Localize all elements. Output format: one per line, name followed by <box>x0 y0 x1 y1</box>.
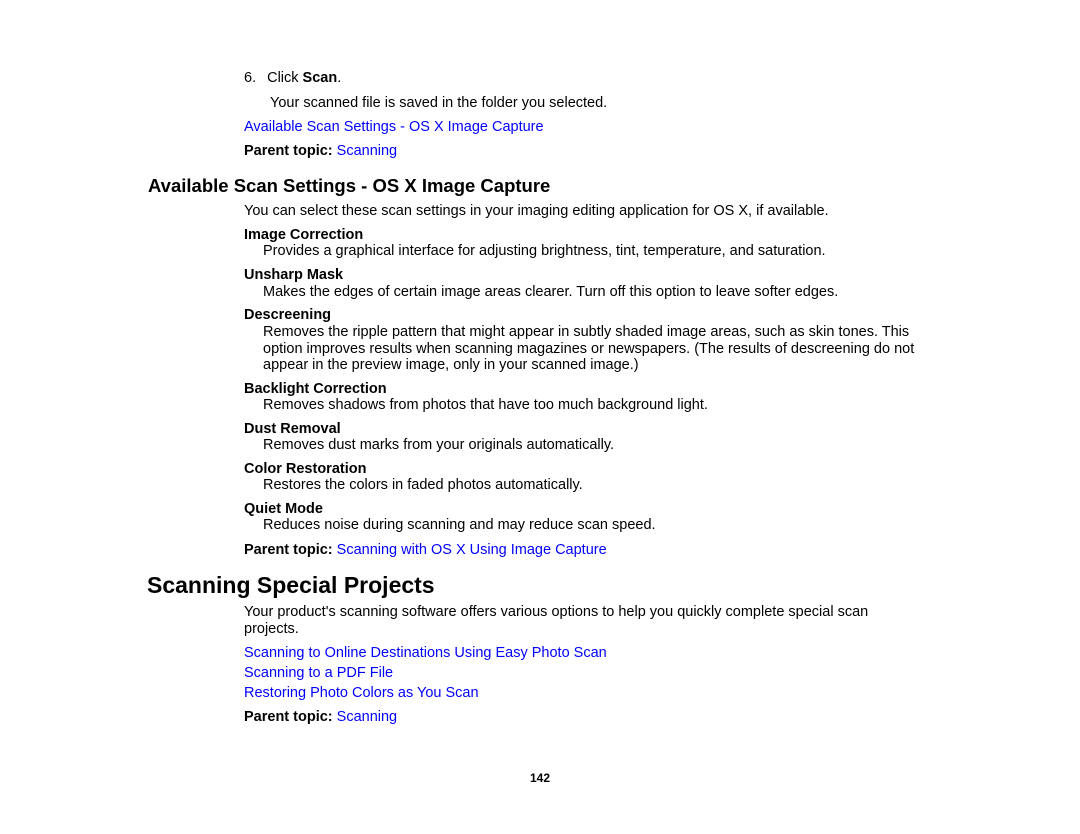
setting-desc: Reduces noise during scanning and may re… <box>263 517 656 533</box>
parent-topic-label: Parent topic: <box>244 542 333 558</box>
related-link-available-scan-settings[interactable]: Available Scan Settings - OS X Image Cap… <box>244 119 544 135</box>
setting-desc: Removes dust marks from your originals a… <box>263 437 615 453</box>
parent-topic-link-image-capture[interactable]: Scanning with OS X Using Image Capture <box>337 542 607 558</box>
parent-topic-top: Parent topic: Scanning <box>244 143 397 159</box>
setting-term: Image Correction <box>244 227 364 243</box>
link-restoring-photo-colors[interactable]: Restoring Photo Colors as You Scan <box>244 685 479 701</box>
setting-term: Unsharp Mask <box>244 267 344 283</box>
setting-desc: Restores the colors in faded photos auto… <box>263 477 583 493</box>
section1-intro: You can select these scan settings in yo… <box>244 203 829 219</box>
parent-topic-label: Parent topic: <box>244 709 333 725</box>
page-number: 142 <box>530 771 551 785</box>
parent-topic-label: Parent topic: <box>244 143 333 159</box>
setting-term: Backlight Correction <box>244 381 387 397</box>
section-title-available-scan-settings: Available Scan Settings - OS X Image Cap… <box>148 175 551 196</box>
setting-term: Color Restoration <box>244 461 367 477</box>
parent-topic-link-scanning[interactable]: Scanning <box>337 143 397 159</box>
step-number: 6. <box>244 70 257 86</box>
section2-intro-line: Your product's scanning software offers … <box>244 604 869 620</box>
setting-desc: Removes shadows from photos that have to… <box>263 397 708 413</box>
link-online-destinations[interactable]: Scanning to Online Destinations Using Ea… <box>244 645 607 661</box>
setting-term: Dust Removal <box>244 421 341 437</box>
setting-desc: Makes the edges of certain image areas c… <box>263 284 839 300</box>
link-scan-to-pdf[interactable]: Scanning to a PDF File <box>244 665 393 681</box>
setting-term: Descreening <box>244 307 332 323</box>
parent-topic-section2: Parent topic: Scanning <box>244 709 397 725</box>
step-result: Your scanned file is saved in the folder… <box>270 95 608 111</box>
step-suffix: . <box>337 70 342 86</box>
step-item: 6. Click Scan. <box>244 70 341 86</box>
setting-desc-line: appear in the preview image, only in you… <box>263 357 639 373</box>
parent-topic-link-scanning[interactable]: Scanning <box>337 709 397 725</box>
parent-topic-section1: Parent topic: Scanning with OS X Using I… <box>244 542 607 558</box>
section-title-scanning-special-projects: Scanning Special Projects <box>147 572 435 598</box>
step-bold-term: Scan <box>302 70 338 86</box>
setting-desc-line: option improves results when scanning ma… <box>263 341 915 357</box>
setting-term: Quiet Mode <box>244 501 323 517</box>
setting-desc: Provides a graphical interface for adjus… <box>263 243 826 259</box>
step-prefix: Click <box>267 70 303 86</box>
section2-intro-line: projects. <box>244 621 299 637</box>
setting-desc-line: Removes the ripple pattern that might ap… <box>263 324 910 340</box>
